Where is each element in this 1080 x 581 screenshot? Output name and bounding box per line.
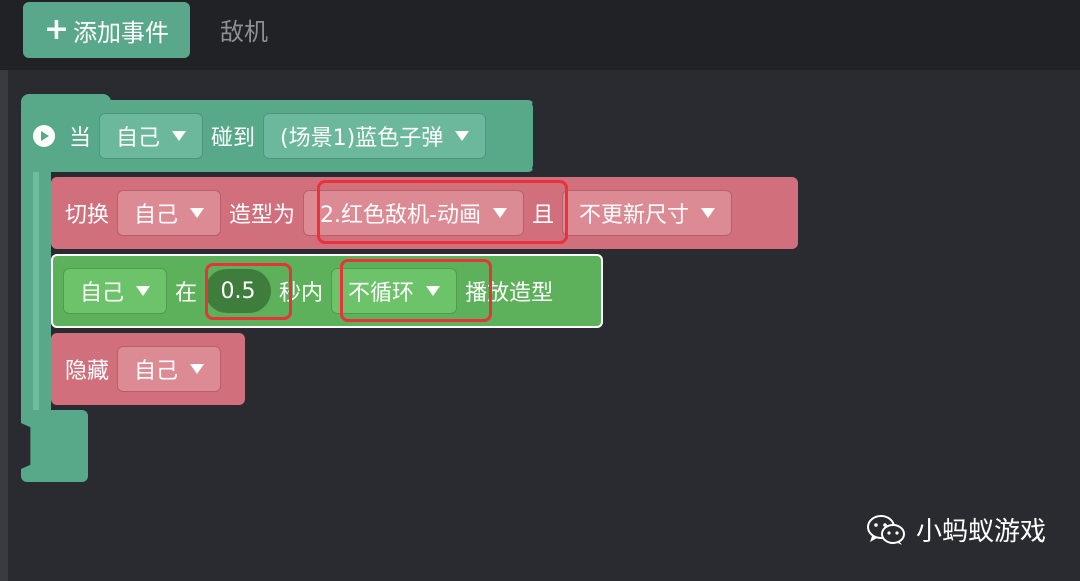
costume-dropdown[interactable]: 2.红色敌机-动画 bbox=[303, 190, 524, 236]
chevron-down-icon bbox=[455, 131, 470, 141]
costume-label: 造型为 bbox=[229, 203, 296, 228]
chevron-down-icon bbox=[190, 208, 205, 218]
chevron-down-icon bbox=[492, 208, 507, 218]
tab-enemy[interactable]: 敌机 bbox=[220, 12, 268, 47]
hide-subject-value: 自己 bbox=[134, 359, 179, 384]
hat-target-value: (场景1)蓝色子弹 bbox=[280, 126, 444, 151]
seconds-input[interactable]: 0.5 bbox=[205, 269, 272, 313]
hat-subject-value: 自己 bbox=[116, 126, 161, 151]
size-option-dropdown[interactable]: 不更新尺寸 bbox=[562, 190, 733, 236]
hide-subject-dropdown[interactable]: 自己 bbox=[117, 346, 222, 392]
play-icon[interactable] bbox=[33, 125, 55, 147]
loop-option-value: 不循环 bbox=[348, 281, 415, 306]
loop-option-dropdown[interactable]: 不循环 bbox=[331, 268, 458, 314]
wechat-icon bbox=[867, 514, 905, 545]
hat-subject-dropdown[interactable]: 自己 bbox=[99, 113, 204, 159]
switch-label: 切换 bbox=[65, 203, 110, 228]
event-block-spine-line bbox=[33, 172, 39, 412]
in-label: 在 bbox=[175, 281, 198, 306]
play-label: 播放造型 bbox=[465, 281, 554, 306]
event-block-foot bbox=[21, 410, 88, 482]
add-event-button[interactable]: + 添加事件 bbox=[23, 2, 190, 58]
costume-value: 2.红色敌机-动画 bbox=[320, 203, 481, 228]
when-label: 当 bbox=[69, 126, 92, 151]
chevron-down-icon bbox=[426, 286, 441, 296]
watermark: 小蚂蚁游戏 bbox=[866, 511, 1046, 548]
play-subject-dropdown[interactable]: 自己 bbox=[63, 268, 168, 314]
play-costume-block[interactable]: 自己 在 0.5 秒内 不循环 播放造型 bbox=[51, 254, 603, 328]
add-event-label: 添加事件 bbox=[73, 18, 170, 47]
play-subject-value: 自己 bbox=[80, 281, 125, 306]
switch-subject-value: 自己 bbox=[134, 203, 179, 228]
plus-icon: + bbox=[43, 12, 70, 47]
workspace-left-scrollbar[interactable] bbox=[0, 70, 8, 581]
touch-label: 碰到 bbox=[211, 126, 256, 151]
chevron-down-icon bbox=[190, 364, 205, 374]
and-label: 且 bbox=[531, 203, 554, 228]
hide-label: 隐藏 bbox=[65, 359, 110, 384]
chevron-down-icon bbox=[172, 131, 187, 141]
size-option-value: 不更新尺寸 bbox=[579, 203, 690, 228]
seconds-label: 秒内 bbox=[279, 281, 324, 306]
hide-block[interactable]: 隐藏 自己 bbox=[51, 333, 245, 405]
switch-costume-block[interactable]: 切换 自己 造型为 2.红色敌机-动画 且 不更新尺寸 bbox=[51, 177, 798, 249]
watermark-text: 小蚂蚁游戏 bbox=[916, 517, 1047, 547]
chevron-down-icon bbox=[701, 208, 716, 218]
top-toolbar: + 添加事件 敌机 bbox=[0, 0, 1080, 70]
collision-event-block[interactable]: 当 自己 碰到 (场景1)蓝色子弹 bbox=[21, 100, 533, 172]
hat-target-dropdown[interactable]: (场景1)蓝色子弹 bbox=[263, 113, 487, 159]
switch-subject-dropdown[interactable]: 自己 bbox=[117, 190, 222, 236]
chevron-down-icon bbox=[136, 286, 151, 296]
